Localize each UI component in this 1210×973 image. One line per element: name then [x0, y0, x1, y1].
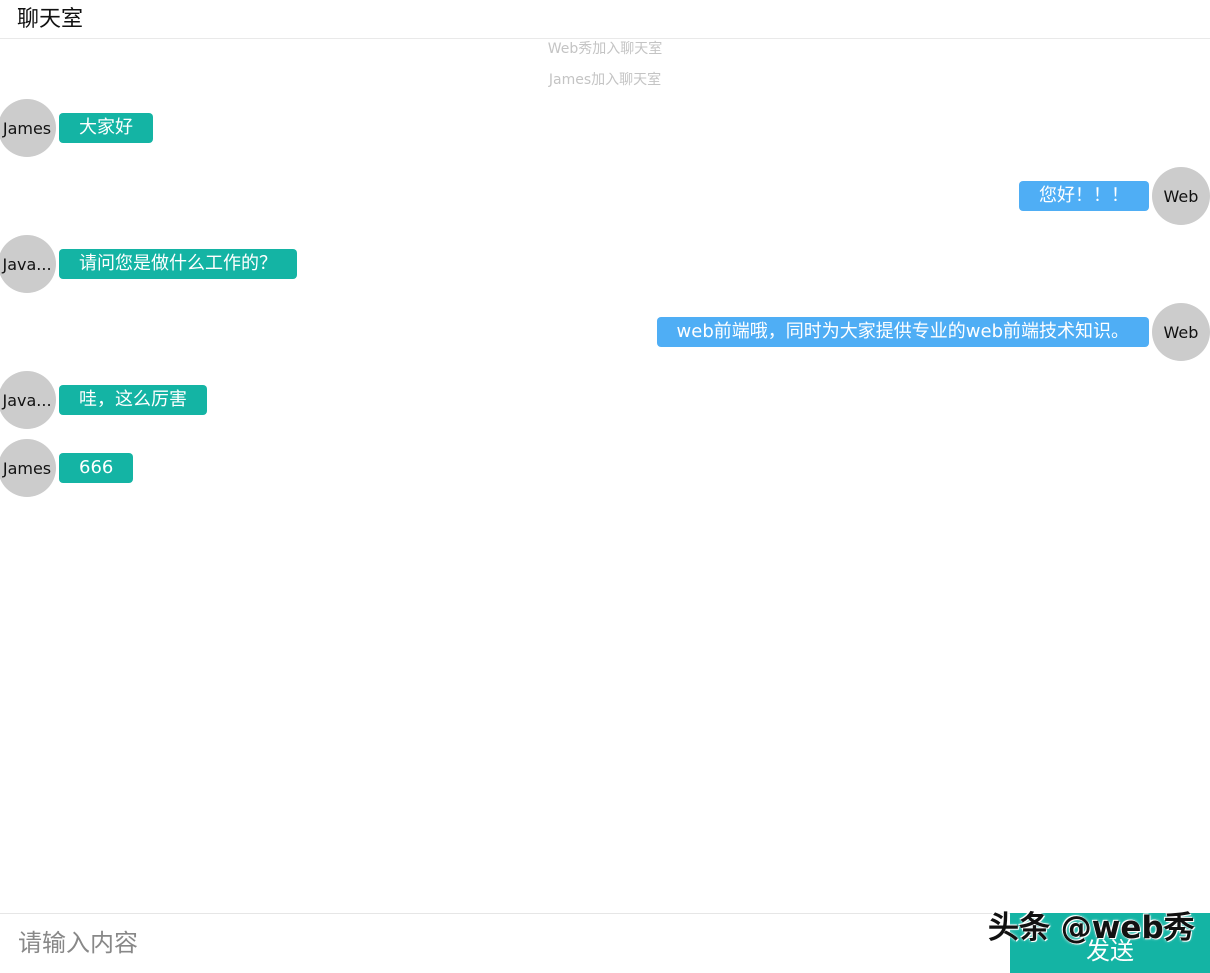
- avatar[interactable]: Web: [1152, 303, 1210, 361]
- avatar[interactable]: Java...: [0, 371, 56, 429]
- message-row: James 大家好: [0, 99, 156, 157]
- message-bubble: web前端哦，同时为大家提供专业的web前端技术知识。: [656, 317, 1149, 347]
- message-bubble: 哇，这么厉害: [59, 385, 207, 415]
- avatar[interactable]: Java...: [0, 235, 56, 293]
- message-row: Java... 哇，这么厉害: [0, 371, 210, 429]
- composer: 发送: [0, 913, 1210, 973]
- message-row: Web 您好！！！: [1016, 167, 1210, 225]
- message-bubble: 请问您是做什么工作的？: [59, 249, 297, 279]
- message-bubble: 您好！！！: [1019, 181, 1149, 211]
- send-button[interactable]: 发送: [1010, 913, 1210, 973]
- system-message: Web秀加入聊天室: [547, 41, 663, 57]
- message-row: James 666: [0, 439, 136, 497]
- message-row: Java... 请问您是做什么工作的？: [0, 235, 300, 293]
- avatar[interactable]: James: [0, 439, 56, 497]
- message-bubble: 大家好: [59, 113, 153, 143]
- chat-app: 聊天室 Web秀加入聊天室 James加入聊天室 James 大家好 Web 您…: [0, 0, 1210, 973]
- system-message: James加入聊天室: [548, 72, 662, 88]
- message-input[interactable]: [0, 914, 1010, 972]
- message-row: Web web前端哦，同时为大家提供专业的web前端技术知识。: [654, 303, 1210, 361]
- message-bubble: 666: [59, 453, 134, 483]
- avatar[interactable]: James: [0, 99, 56, 157]
- page-title: 聊天室: [17, 7, 84, 32]
- header: 聊天室: [0, 0, 1210, 39]
- avatar[interactable]: Web: [1152, 167, 1210, 225]
